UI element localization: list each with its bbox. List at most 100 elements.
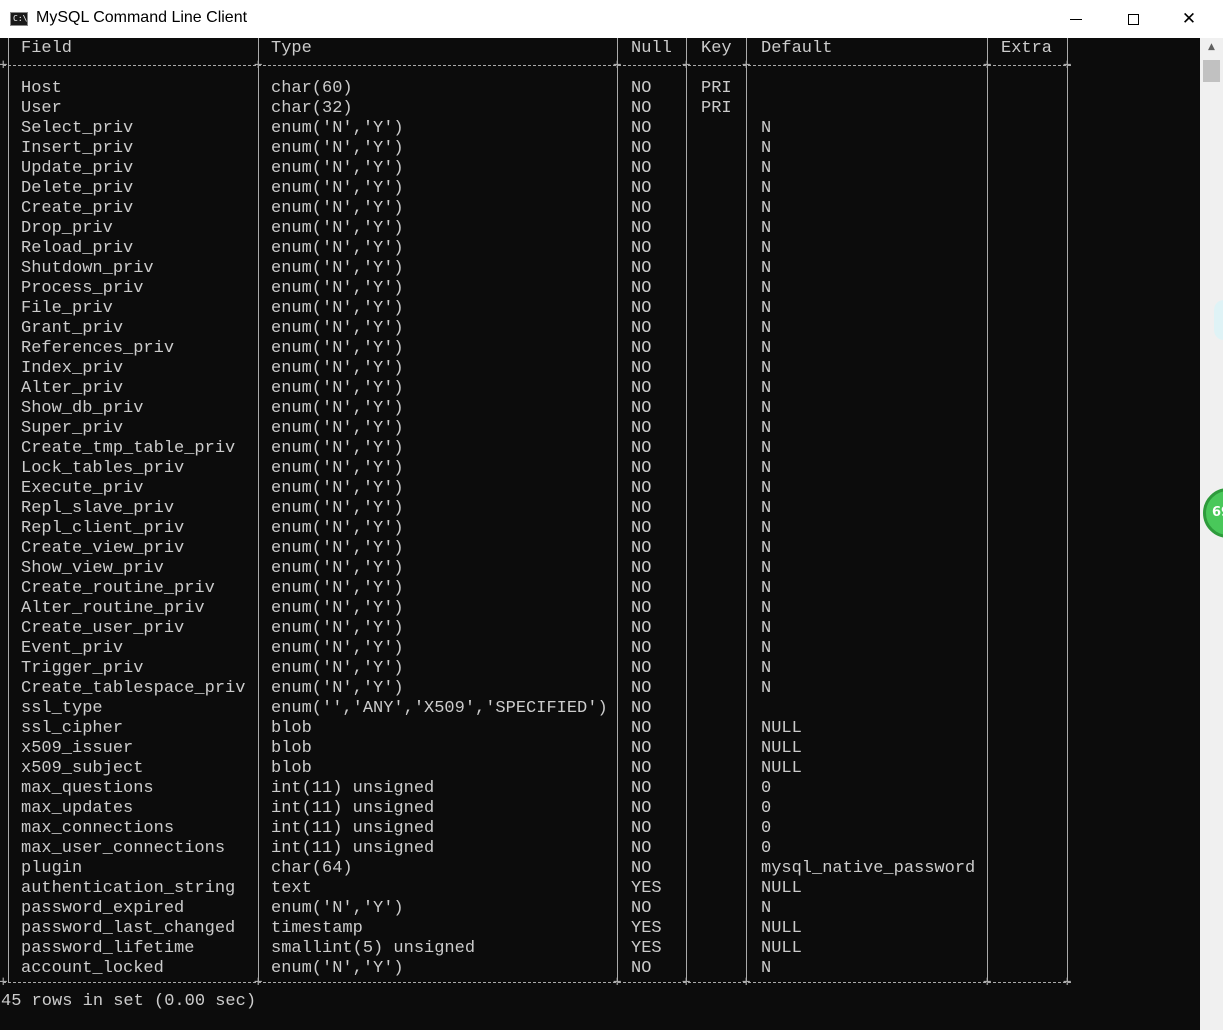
table-cell: N xyxy=(761,499,772,518)
table-cell: References_priv xyxy=(21,339,175,358)
table-row[interactable]: File_priv enum('N','Y') NO N xyxy=(0,299,1070,319)
table-cell: blob xyxy=(271,739,312,758)
table-cell: NO xyxy=(631,459,652,478)
table-row[interactable]: ssl_type enum('','ANY','X509','SPECIFIED'… xyxy=(0,699,1070,719)
table-row[interactable]: Host char(60) NO PRI xyxy=(0,79,1070,99)
table-cell: NO xyxy=(631,779,652,798)
table-row[interactable]: password_expired enum('N','Y') NO N xyxy=(0,899,1070,919)
table-cell: N xyxy=(761,159,772,178)
table-row[interactable]: plugin char(64) NO mysql_native_password xyxy=(0,859,1070,879)
table-row[interactable]: max_updates int(11) unsigned NO 0 xyxy=(0,799,1070,819)
rule-plus-mark: + xyxy=(613,57,622,73)
scrollbar-thumb[interactable] xyxy=(1203,60,1220,82)
table-cell: Repl_slave_priv xyxy=(21,499,175,518)
floating-side-tab[interactable] xyxy=(1214,300,1223,340)
table-cell: NO xyxy=(631,319,652,338)
table-cell: N xyxy=(761,559,772,578)
table-row[interactable]: Alter_priv enum('N','Y') NO N xyxy=(0,379,1070,399)
table-cell: N xyxy=(761,479,772,498)
table-cell: enum('N','Y') xyxy=(271,419,404,438)
table-row[interactable]: ssl_cipher blob NO NULL xyxy=(0,719,1070,739)
minimize-button[interactable] xyxy=(1053,0,1099,38)
table-cell: max_connections xyxy=(21,819,175,838)
table-cell: password_last_changed xyxy=(21,919,236,938)
table-row[interactable]: Repl_slave_priv enum('N','Y') NO N xyxy=(0,499,1070,519)
scroll-up-arrow-icon[interactable]: ▲ xyxy=(1200,38,1223,56)
terminal-icon-label: C:\ xyxy=(13,14,28,23)
table-cell: NO xyxy=(631,679,652,698)
table-cell: N xyxy=(761,139,772,158)
maximize-button[interactable] xyxy=(1110,0,1156,38)
table-row[interactable]: Create_priv enum('N','Y') NO N xyxy=(0,199,1070,219)
table-row[interactable]: Super_priv enum('N','Y') NO N xyxy=(0,419,1070,439)
table-cell: enum('N','Y') xyxy=(271,639,404,658)
table-cell: enum('N','Y') xyxy=(271,519,404,538)
table-cell: enum('N','Y') xyxy=(271,399,404,418)
table-header-cell: Extra xyxy=(1001,39,1053,58)
table-row[interactable]: Update_priv enum('N','Y') NO N xyxy=(0,159,1070,179)
table-row[interactable]: Insert_priv enum('N','Y') NO N xyxy=(0,139,1070,159)
close-button[interactable]: ✕ xyxy=(1166,0,1212,38)
table-cell: N xyxy=(761,299,772,318)
table-header-cell: Null xyxy=(631,39,672,58)
table-row[interactable]: Create_tablespace_priv enum('N','Y') NO N xyxy=(0,679,1070,699)
table-row[interactable]: User char(32) NO PRI xyxy=(0,99,1070,119)
table-row[interactable]: Drop_priv enum('N','Y') NO N xyxy=(0,219,1070,239)
rule-plus-mark: + xyxy=(0,57,8,73)
table-row[interactable]: Event_priv enum('N','Y') NO N xyxy=(0,639,1070,659)
table-cell: x509_issuer xyxy=(21,739,134,758)
table-cell: ssl_type xyxy=(21,699,103,718)
table-cell: smallint(5) unsigned xyxy=(271,939,476,958)
table-row[interactable]: max_connections int(11) unsigned NO 0 xyxy=(0,819,1070,839)
table-row[interactable]: x509_subject blob NO NULL xyxy=(0,759,1070,779)
rule-plus-mark: + xyxy=(983,57,992,73)
table-cell: NO xyxy=(631,759,652,778)
table-cell: Update_priv xyxy=(21,159,134,178)
table-row[interactable]: Create_tmp_table_priv enum('N','Y') NO N xyxy=(0,439,1070,459)
table-cell: int(11) unsigned xyxy=(271,839,435,858)
table-row[interactable]: Repl_client_priv enum('N','Y') NO N xyxy=(0,519,1070,539)
table-row[interactable]: Create_user_priv enum('N','Y') NO N xyxy=(0,619,1070,639)
table-cell: max_user_connections xyxy=(21,839,226,858)
table-row[interactable]: password_last_changed timestamp YES NULL xyxy=(0,919,1070,939)
table-row[interactable]: Delete_priv enum('N','Y') NO N xyxy=(0,179,1070,199)
table-row[interactable]: Show_db_priv enum('N','Y') NO N xyxy=(0,399,1070,419)
table-row[interactable]: Process_priv enum('N','Y') NO N xyxy=(0,279,1070,299)
table-row[interactable]: Index_priv enum('N','Y') NO N xyxy=(0,359,1070,379)
table-row[interactable]: Select_priv enum('N','Y') NO N xyxy=(0,119,1070,139)
table-cell: enum('N','Y') xyxy=(271,899,404,918)
table-cell: N xyxy=(761,439,772,458)
table-row[interactable]: x509_issuer blob NO NULL xyxy=(0,739,1070,759)
table-cell: NO xyxy=(631,739,652,758)
table-cell: PRI xyxy=(701,79,732,98)
table-cell: N xyxy=(761,679,772,698)
table-row[interactable]: max_questions int(11) unsigned NO 0 xyxy=(0,779,1070,799)
table-row[interactable]: password_lifetime smallint(5) unsigned YES… xyxy=(0,939,1070,959)
table-cell: N xyxy=(761,119,772,138)
table-cell: enum('N','Y') xyxy=(271,499,404,518)
table-cell: password_lifetime xyxy=(21,939,195,958)
table-cell: enum('N','Y') xyxy=(271,619,404,638)
table-row[interactable]: Trigger_priv enum('N','Y') NO N xyxy=(0,659,1070,679)
table-row[interactable]: Alter_routine_priv enum('N','Y') NO N xyxy=(0,599,1070,619)
table-cell: enum('N','Y') xyxy=(271,479,404,498)
table-row[interactable]: Grant_priv enum('N','Y') NO N xyxy=(0,319,1070,339)
table-row[interactable]: References_priv enum('N','Y') NO N xyxy=(0,339,1070,359)
table-row[interactable]: Lock_tables_priv enum('N','Y') NO N xyxy=(0,459,1070,479)
table-row[interactable]: authentication_string text YES NULL xyxy=(0,879,1070,899)
table-row[interactable]: Create_routine_priv enum('N','Y') NO N xyxy=(0,579,1070,599)
console-output[interactable]: + + + + + + + + + + + + + + Field Type Null Key Default Ext… xyxy=(0,38,1200,1030)
table-row[interactable]: Show_view_priv enum('N','Y') NO N xyxy=(0,559,1070,579)
title-bar[interactable]: C:\ MySQL Command Line Client ✕ xyxy=(0,0,1223,39)
table-row[interactable]: Shutdown_priv enum('N','Y') NO N xyxy=(0,259,1070,279)
table-row[interactable]: max_user_connections int(11) unsigned NO 0 xyxy=(0,839,1070,859)
table-row[interactable]: Create_view_priv enum('N','Y') NO N xyxy=(0,539,1070,559)
table-row[interactable]: Reload_priv enum('N','Y') NO N xyxy=(0,239,1070,259)
table-cell: YES xyxy=(631,939,662,958)
table-row[interactable]: Execute_priv enum('N','Y') NO N xyxy=(0,479,1070,499)
table-cell: Execute_priv xyxy=(21,479,144,498)
table-cell: x509_subject xyxy=(21,759,144,778)
table-cell: NO xyxy=(631,839,652,858)
table-row[interactable]: account_locked enum('N','Y') NO N xyxy=(0,959,1070,979)
table-cell: 0 xyxy=(761,839,772,858)
